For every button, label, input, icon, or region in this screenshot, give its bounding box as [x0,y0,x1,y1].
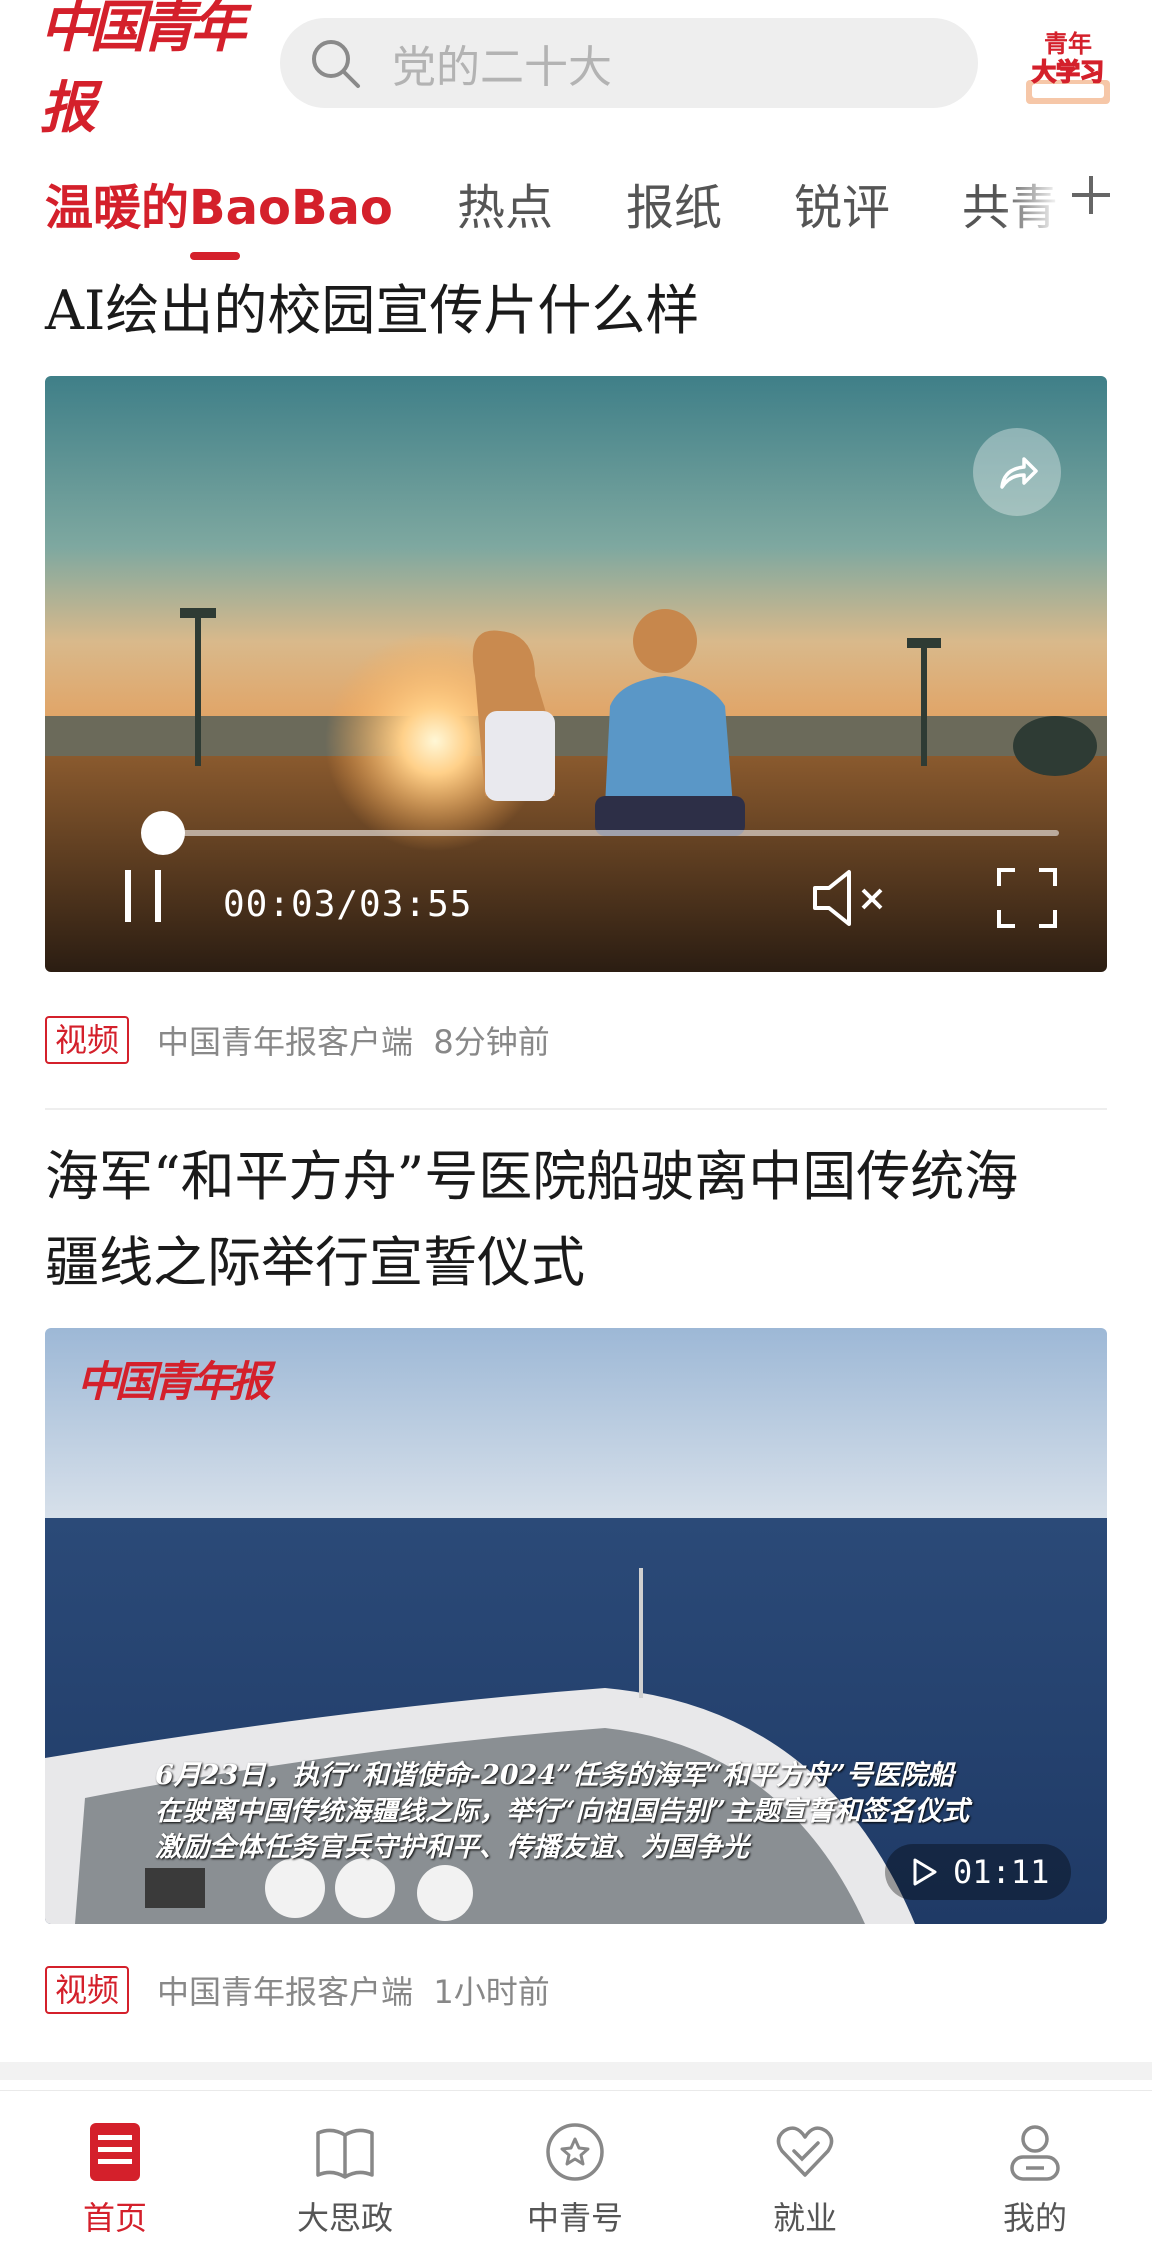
nav-home[interactable]: 首页 [0,2091,230,2249]
article-meta: 视频 中国青年报客户端 1小时前 [45,1966,550,2014]
nav-employment[interactable]: 就业 [690,2091,920,2249]
nav-label: 我的 [1002,2199,1067,2237]
channel-tabs: 温暖的BaoBao 热点 报纸 锐评 共青 [0,140,1152,270]
book-icon [316,2128,374,2179]
video-time: 00:03/03:55 [223,884,473,925]
video-frame-sunset [45,376,1107,972]
heart-check-icon [776,2126,834,2177]
section-gap [0,2062,1152,2080]
video-player[interactable]: 00:03/03:55 [45,376,1107,972]
share-button[interactable] [973,428,1061,516]
caption-line: 6月23日，执行“和谐使命-2024”任务的海军“和平方舟”号医院船 [155,1760,954,1791]
fullscreen-icon[interactable] [995,866,1059,930]
time-ago: 1小时前 [433,1973,550,2011]
star-circle-icon [546,2123,604,2181]
tab-hot[interactable]: 热点 [457,168,553,238]
video-thumbnail[interactable]: 中国青年报 6月23日，执行“和谐使命-2024”任务的海军“和平方舟”号医院船… [45,1328,1107,1924]
source-name: 中国青年报客户端 [157,1023,414,1061]
search-bar[interactable]: 党的二十大 [280,18,978,108]
article-title-line1: 海军“和平方舟”号医院船驶离中国传统海 [45,1145,1019,1208]
article-title[interactable]: 海军“和平方舟”号医院船驶离中国传统海 疆线之际举行宣誓仪式 [45,1134,1105,1306]
search-placeholder: 党的二十大 [392,42,612,93]
nav-youth-account[interactable]: 中青号 [460,2091,690,2249]
play-icon [913,1858,937,1886]
tab-newspaper[interactable]: 报纸 [626,168,722,238]
nav-label: 就业 [772,2199,837,2237]
nav-mine[interactable]: 我的 [920,2091,1150,2249]
video-duration: 01:11 [953,1853,1050,1891]
article-divider [45,1108,1107,1110]
video-tag: 视频 [45,1966,130,2014]
source-and-time: 中国青年报客户端 8分钟前 [157,1017,550,1063]
article-title[interactable]: AI绘出的校园宣传片什么样 [45,268,1105,354]
nav-label: 首页 [82,2199,147,2237]
share-icon [1000,457,1038,489]
badge-line1: 青年 [1044,30,1092,58]
time-ago: 8分钟前 [433,1023,550,1061]
search-icon [312,40,360,88]
bottom-nav: 首页 大思政 中青号 就业 我的 [0,2090,1152,2249]
article-title-line2: 疆线之际举行宣誓仪式 [45,1231,585,1294]
user-icon [1010,2125,1060,2181]
nav-label: 中青号 [526,2199,623,2237]
source-and-time: 中国青年报客户端 1小时前 [157,1967,550,2013]
top-header: 中国青年报 党的二十大 青年 大学习 [0,0,1152,141]
caption-line: 在驶离中国传统海疆线之际，举行“向祖国告别”主题宣誓和签名仪式 [155,1796,970,1827]
video-progress-knob[interactable] [140,811,185,855]
video-progress-bar[interactable] [140,811,1059,855]
source-name: 中国青年报客户端 [157,1973,414,2011]
nav-ideology[interactable]: 大思政 [230,2091,460,2249]
home-doc-icon [90,2123,140,2181]
nav-label: 大思政 [296,2199,393,2237]
tab-commentary[interactable]: 锐评 [794,168,890,238]
video-watermark: 中国青年报 [77,1357,271,1406]
badge-line2: 大学习 [1032,58,1104,86]
pause-icon[interactable] [115,864,175,928]
article-meta: 视频 中国青年报客户端 8分钟前 [45,1016,550,1064]
app-logo[interactable]: 中国青年报 [40,0,246,141]
video-tag: 视频 [45,1016,130,1064]
add-channel-icon[interactable] [1066,170,1116,220]
tab-warm-baobao[interactable]: 温暖的BaoBao [45,168,393,238]
youth-study-badge[interactable]: 青年 大学习 [1018,18,1118,110]
active-tab-indicator [190,252,240,260]
mute-icon[interactable] [807,866,897,930]
video-duration-badge: 01:11 [885,1844,1072,1900]
